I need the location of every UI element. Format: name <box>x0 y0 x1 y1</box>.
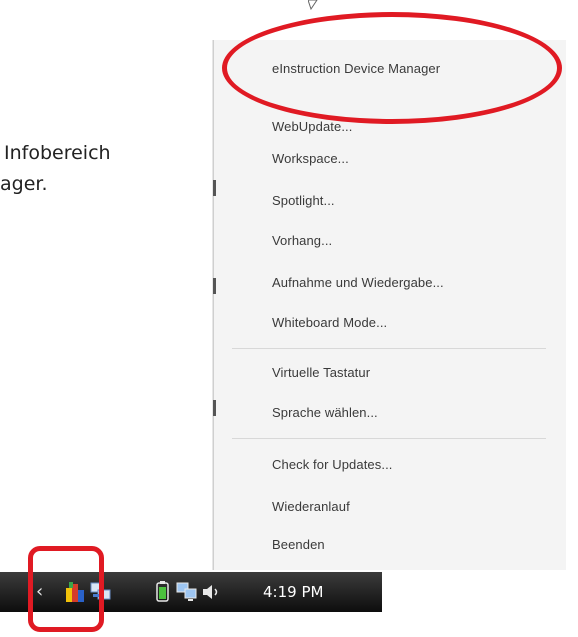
caption-line-1: Infobereich <box>4 142 111 164</box>
menu-separator <box>232 348 546 349</box>
window-edge-mark <box>213 180 216 196</box>
menu-item-check-updates[interactable]: Check for Updates... <box>272 454 393 476</box>
menu-separator <box>232 438 546 439</box>
network-connection-icon[interactable] <box>176 580 198 604</box>
caption-line-2: ager. <box>0 173 48 195</box>
menu-item-sprache[interactable]: Sprache wählen... <box>272 402 378 424</box>
menu-item-wiederanlauf[interactable]: Wiederanlauf <box>272 496 350 518</box>
menu-item-virtuelle-tastatur[interactable]: Virtuelle Tastatur <box>272 362 370 384</box>
menu-item-spotlight[interactable]: Spotlight... <box>272 190 335 212</box>
menu-item-whiteboard-mode[interactable]: Whiteboard Mode... <box>272 312 387 334</box>
menu-item-workspace[interactable]: Workspace... <box>272 148 349 170</box>
window-edge-mark <box>213 278 216 294</box>
menu-item-beenden[interactable]: Beenden <box>272 534 325 556</box>
highlight-ellipse <box>222 12 562 124</box>
caption: Infobereich ager. <box>0 138 111 231</box>
menu-item-vorhang[interactable]: Vorhang... <box>272 230 332 252</box>
menu-item-aufnahme[interactable]: Aufnahme und Wiedergabe... <box>272 272 444 294</box>
highlight-rectangle <box>28 546 104 632</box>
volume-icon[interactable] <box>200 580 222 604</box>
taskbar-clock[interactable]: 4:19 PM <box>263 580 323 604</box>
window-edge-mark <box>213 400 216 416</box>
battery-icon[interactable] <box>152 580 174 604</box>
mouse-cursor-icon <box>308 0 318 10</box>
